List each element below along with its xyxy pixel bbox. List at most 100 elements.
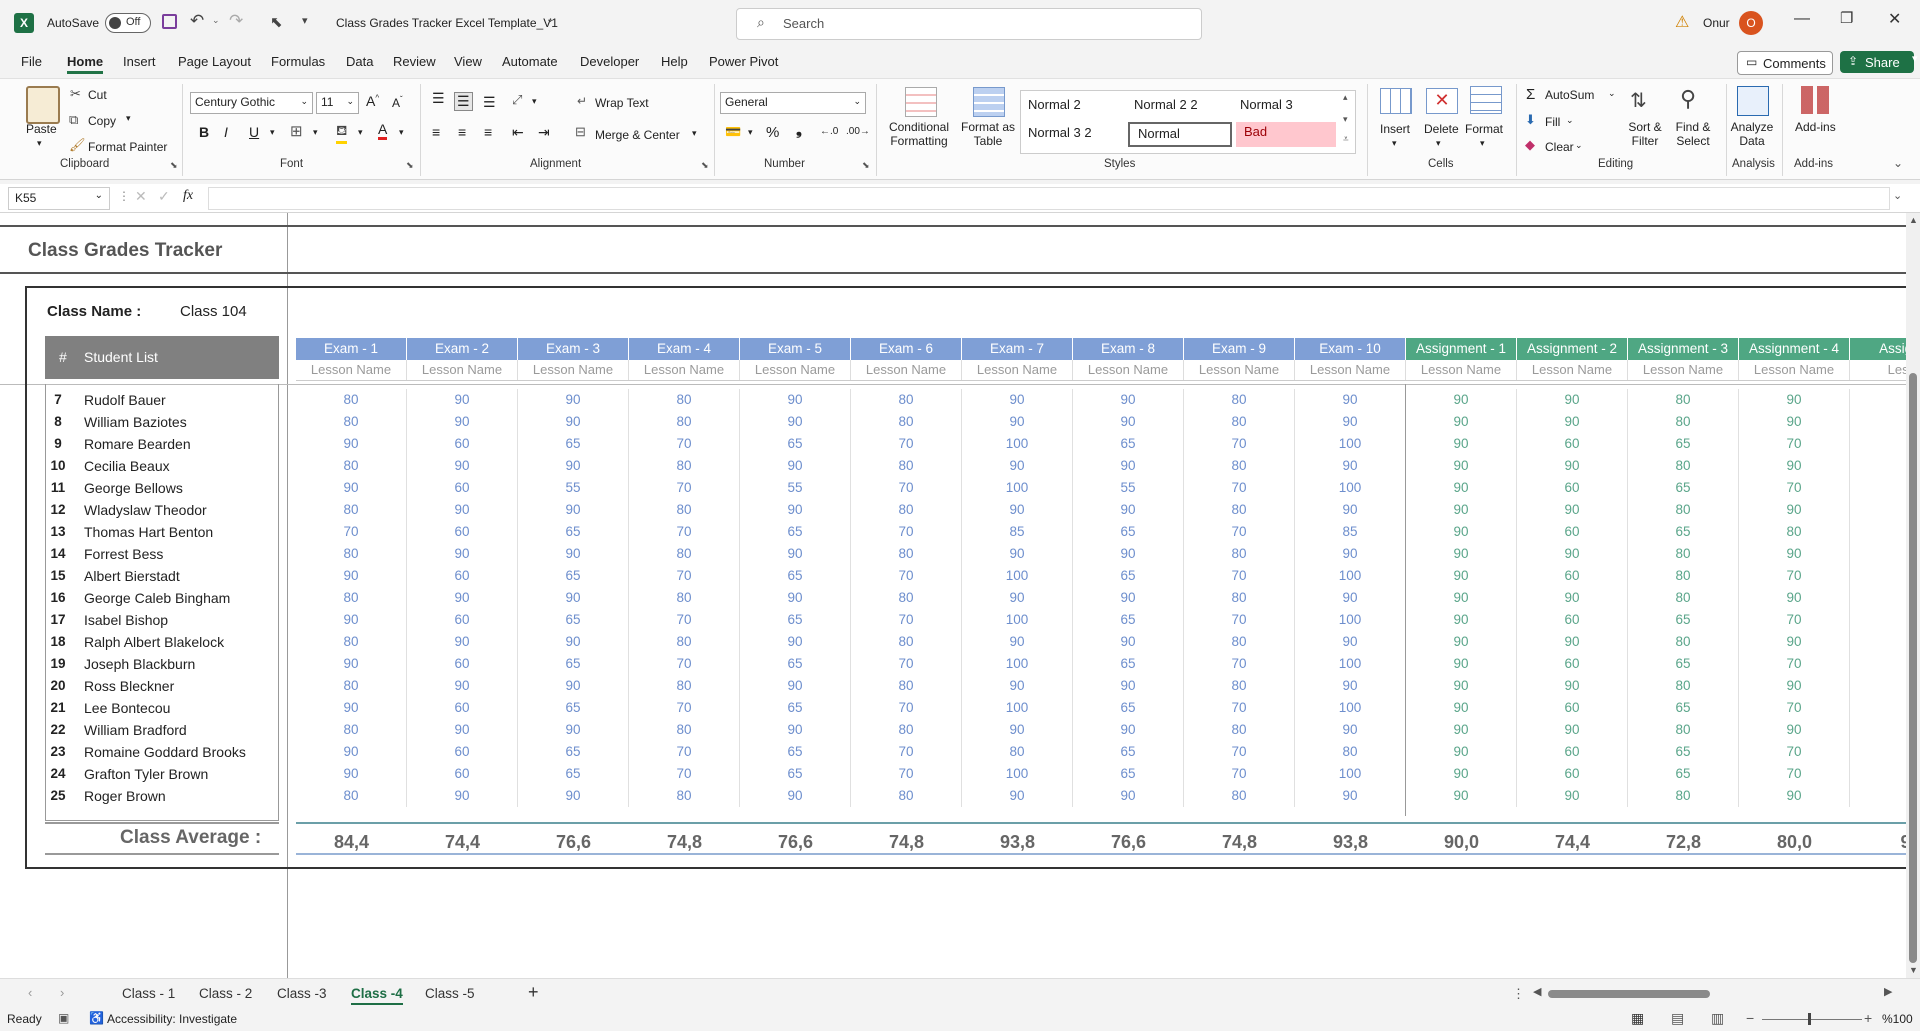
score-cell[interactable]: 90 xyxy=(518,719,629,741)
exam-header[interactable]: Exam - 5 xyxy=(740,338,851,360)
lesson-name-cell[interactable]: Lesson Name xyxy=(740,360,851,380)
score-cell[interactable]: 90 xyxy=(1073,785,1184,807)
menu-power-pivot[interactable]: Power Pivot xyxy=(709,54,778,69)
score-cell[interactable]: 100 xyxy=(1295,697,1406,719)
score-cell[interactable]: 65 xyxy=(1073,653,1184,675)
italic-icon[interactable]: I xyxy=(224,124,228,140)
score-cell[interactable]: 90 xyxy=(1295,587,1406,609)
score-cell[interactable]: 65 xyxy=(518,521,629,543)
score-cell[interactable]: 90 xyxy=(1406,521,1517,543)
font-color-dropdown-icon[interactable]: ▾ xyxy=(399,127,404,138)
undo-icon[interactable]: ↶ xyxy=(190,11,204,31)
accounting-dropdown-icon[interactable]: ▾ xyxy=(748,127,753,138)
score-cell[interactable]: 70 xyxy=(1739,653,1850,675)
lesson-name-cell[interactable]: Lesson Name xyxy=(518,360,629,380)
styles-scroll-up-icon[interactable]: ▴ xyxy=(1343,92,1348,103)
score-cell[interactable]: 60 xyxy=(1517,609,1628,631)
score-cell[interactable]: 90 xyxy=(1406,455,1517,477)
macro-record-icon[interactable]: ▣ xyxy=(58,1011,69,1025)
number-format-select[interactable]: General ⌄ xyxy=(720,92,866,114)
score-cell[interactable]: 65 xyxy=(740,609,851,631)
file-name[interactable]: Class Grades Tracker Excel Template_V1 xyxy=(336,16,558,30)
styles-scroll-down-icon[interactable]: ▾ xyxy=(1343,114,1348,125)
score-cell[interactable]: 90 xyxy=(962,411,1073,433)
score-cell[interactable]: 80 xyxy=(1184,675,1295,697)
score-cell[interactable]: 60 xyxy=(407,741,518,763)
score-cell[interactable]: 80 xyxy=(296,719,407,741)
vertical-scroll-thumb[interactable] xyxy=(1909,373,1917,963)
score-cell[interactable]: 90 xyxy=(740,389,851,411)
student-name[interactable]: Roger Brown xyxy=(84,785,166,807)
score-cell[interactable]: 70 xyxy=(629,741,740,763)
score-cell[interactable]: 80 xyxy=(1739,521,1850,543)
score-cell[interactable]: 70 xyxy=(629,697,740,719)
score-cell[interactable]: 65 xyxy=(1073,433,1184,455)
score-cell[interactable]: 100 xyxy=(962,763,1073,785)
score-cell[interactable]: 90 xyxy=(1073,587,1184,609)
score-cell[interactable]: 90 xyxy=(740,785,851,807)
score-cell[interactable]: 80 xyxy=(1628,565,1739,587)
lesson-name-cell[interactable]: Lesson Name xyxy=(1739,360,1850,380)
score-cell[interactable]: 90 xyxy=(296,697,407,719)
score-cell[interactable]: 90 xyxy=(1406,741,1517,763)
tab-class-4[interactable]: Class -4 xyxy=(351,986,403,1005)
score-cell[interactable]: 90 xyxy=(1739,675,1850,697)
align-bottom-icon[interactable]: ☰ xyxy=(483,94,496,111)
student-name[interactable]: Lee Bontecou xyxy=(84,697,170,719)
confirm-entry-icon[interactable]: ✓ xyxy=(158,188,170,205)
lesson-name-cell[interactable]: Lesson Name xyxy=(851,360,962,380)
score-cell[interactable]: 65 xyxy=(518,565,629,587)
decrease-indent-icon[interactable]: ⇤ xyxy=(512,124,524,141)
score-cell[interactable]: 80 xyxy=(629,389,740,411)
score-cell[interactable]: 90 xyxy=(1406,411,1517,433)
underline-icon[interactable]: U xyxy=(249,124,259,140)
score-cell[interactable]: 100 xyxy=(962,653,1073,675)
insert-cells-button[interactable]: Insert xyxy=(1380,122,1410,136)
score-cell[interactable]: 65 xyxy=(1073,763,1184,785)
score-cell[interactable]: 100 xyxy=(962,565,1073,587)
score-cell[interactable]: 90 xyxy=(296,433,407,455)
score-cell[interactable]: 70 xyxy=(1184,477,1295,499)
score-cell[interactable]: 80 xyxy=(851,785,962,807)
expand-formula-icon[interactable]: ⌄ xyxy=(1893,189,1902,202)
align-left-icon[interactable]: ≡ xyxy=(432,124,440,140)
score-cell[interactable]: 80 xyxy=(1184,587,1295,609)
score-cell[interactable]: 90 xyxy=(1295,411,1406,433)
clear-dropdown-icon[interactable]: ⌄ xyxy=(1575,140,1583,151)
score-cell[interactable]: 90 xyxy=(1517,499,1628,521)
score-cell[interactable]: 80 xyxy=(1628,389,1739,411)
increase-decimal-icon[interactable]: ←.0 xyxy=(820,126,838,137)
search-box[interactable]: ⌕ Search xyxy=(736,8,1202,40)
lesson-name-cell[interactable]: Lesson Name xyxy=(962,360,1073,380)
score-cell[interactable]: 90 xyxy=(407,455,518,477)
score-cell[interactable]: 80 xyxy=(1295,741,1406,763)
score-cell[interactable]: 90 xyxy=(1295,543,1406,565)
pointer-icon[interactable]: ⬉ xyxy=(270,13,283,31)
assignment-header[interactable]: Assignment - 2 xyxy=(1517,338,1628,360)
score-cell[interactable]: 90 xyxy=(1406,433,1517,455)
score-cell[interactable]: 70 xyxy=(629,763,740,785)
score-cell[interactable]: 90 xyxy=(962,455,1073,477)
score-cell[interactable]: 80 xyxy=(1184,499,1295,521)
score-cell[interactable]: 90 xyxy=(296,477,407,499)
lesson-name-cell[interactable]: Lesson Name xyxy=(1406,360,1517,380)
lesson-name-cell[interactable]: Lesson Name xyxy=(629,360,740,380)
score-cell[interactable]: 100 xyxy=(962,609,1073,631)
lesson-name-cell[interactable]: Lesson Name xyxy=(407,360,518,380)
score-cell[interactable]: 70 xyxy=(1739,763,1850,785)
score-cell[interactable]: 90 xyxy=(740,587,851,609)
menu-file[interactable]: File xyxy=(21,54,42,69)
fill-color-dropdown-icon[interactable]: ▾ xyxy=(358,127,363,138)
score-cell[interactable]: 80 xyxy=(1184,719,1295,741)
exam-header[interactable]: Exam - 2 xyxy=(407,338,518,360)
insert-function-icon[interactable]: fx xyxy=(183,188,193,204)
score-cell[interactable]: 70 xyxy=(851,741,962,763)
score-cell[interactable]: 90 xyxy=(407,785,518,807)
score-cell[interactable]: 90 xyxy=(1406,477,1517,499)
student-name[interactable]: Wladyslaw Theodor xyxy=(84,499,207,521)
exam-header[interactable]: Exam - 3 xyxy=(518,338,629,360)
score-cell[interactable]: 70 xyxy=(851,763,962,785)
score-cell[interactable]: 80 xyxy=(296,389,407,411)
font-color-icon[interactable]: A xyxy=(378,121,388,140)
score-cell[interactable]: 100 xyxy=(1295,763,1406,785)
